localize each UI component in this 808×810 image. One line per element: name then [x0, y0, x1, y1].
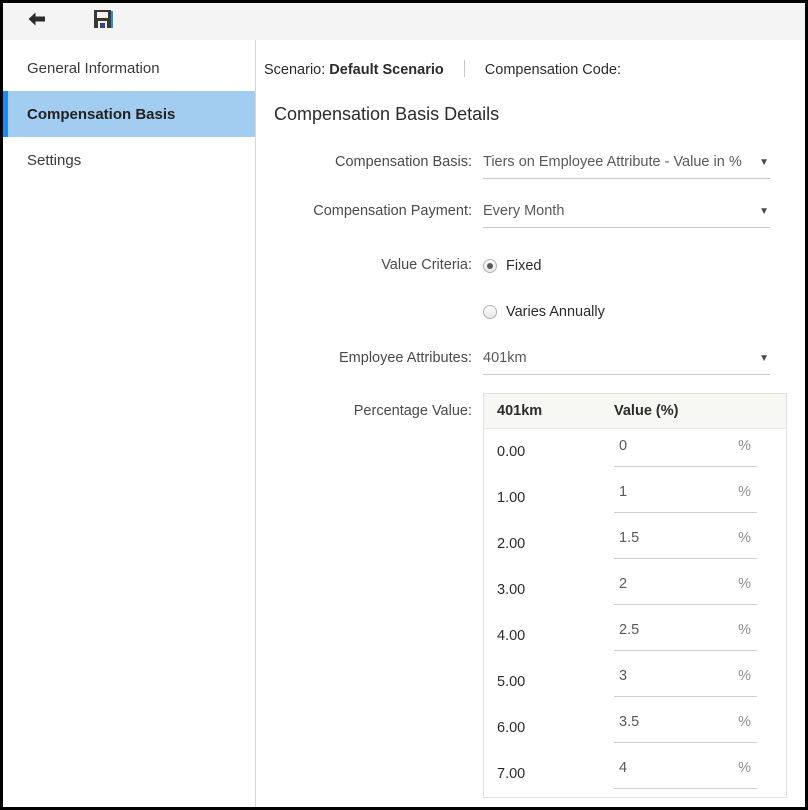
table-row: 0.00 0% — [484, 429, 786, 475]
percent-unit-label: % — [738, 576, 751, 592]
chevron-down-icon: ▼ — [759, 206, 769, 217]
percent-unit-label: % — [738, 484, 751, 500]
compensation-basis-field: Tiers on Employee Attribute - Value in %… — [483, 152, 770, 179]
field-row-compensation-payment: Compensation Payment: Every Month ▼ — [256, 201, 805, 228]
field-row-percentage-value: Percentage Value: 401km Value (%) 0.00 0%… — [256, 393, 805, 798]
table-row: 2.00 1.5% — [484, 521, 786, 567]
percentage-input-value: 0 — [619, 438, 628, 454]
application-window: General Information Compensation Basis S… — [0, 0, 808, 810]
field-row-employee-attributes: Employee Attributes: 401km ▼ — [256, 348, 805, 375]
value-criteria-field: Fixed Varies Annually — [483, 255, 770, 323]
compensation-payment-value: Every Month — [483, 203, 565, 219]
back-arrow-icon — [26, 10, 48, 33]
radio-fixed-label: Fixed — [506, 258, 542, 274]
percent-unit-label: % — [738, 622, 751, 638]
radio-fixed-indicator[interactable] — [483, 259, 497, 273]
save-button[interactable] — [81, 4, 125, 40]
cell-attribute-value: 3.00 — [497, 582, 526, 598]
radio-varies-annually-indicator[interactable] — [483, 305, 497, 319]
sidebar-item-label: Compensation Basis — [27, 105, 176, 123]
column-header-attribute: 401km — [497, 403, 543, 419]
table-row: 5.00 3% — [484, 659, 786, 705]
percentage-input[interactable]: 1.5% — [614, 529, 757, 559]
compensation-payment-select[interactable]: Every Month ▼ — [483, 201, 770, 228]
percentage-input[interactable]: 4% — [614, 759, 757, 789]
table-body: 0.00 0% 1.00 1% 2.00 1.5% 3.00 2% 4.00 2.5% 5.00 3%… — [484, 429, 786, 797]
compensation-payment-label: Compensation Payment: — [313, 203, 472, 219]
table-row: 1.00 1% — [484, 475, 786, 521]
radio-varies-annually-label: Varies Annually — [506, 304, 605, 320]
percentage-input[interactable]: 3.5% — [614, 713, 757, 743]
percentage-value-field: 401km Value (%) 0.00 0% 1.00 1% 2.00 1.5% 3.00… — [483, 393, 787, 798]
cell-attribute-value: 7.00 — [497, 766, 526, 782]
percentage-input-value: 1 — [619, 484, 628, 500]
percent-unit-label: % — [738, 438, 751, 454]
percent-unit-label: % — [738, 760, 751, 776]
percentage-input-value: 2 — [619, 576, 628, 592]
breadcrumb-scenario-label: Scenario: — [264, 62, 326, 78]
breadcrumb-separator — [463, 60, 465, 77]
sidebar-item-label: General Information — [27, 59, 160, 77]
table-row: 3.00 2% — [484, 567, 786, 613]
percentage-input-value: 1.5 — [619, 530, 640, 546]
percentage-input-value: 4 — [619, 760, 628, 776]
percentage-input-value: 3.5 — [619, 714, 640, 730]
percentage-value-table: 401km Value (%) 0.00 0% 1.00 1% 2.00 1.5% 3.00… — [483, 393, 787, 798]
table-row: 4.00 2.5% — [484, 613, 786, 659]
cell-attribute-value: 6.00 — [497, 720, 526, 736]
percentage-input[interactable]: 3% — [614, 667, 757, 697]
percent-unit-label: % — [738, 714, 751, 730]
percentage-input-value: 2.5 — [619, 622, 640, 638]
percentage-value-label: Percentage Value: — [353, 403, 472, 419]
back-button[interactable] — [15, 4, 59, 40]
breadcrumb-compensation-code-label: Compensation Code: — [484, 62, 622, 78]
floppy-disk-save-icon — [93, 9, 113, 34]
sidebar-item-label: Settings — [27, 151, 82, 169]
percent-unit-label: % — [738, 530, 751, 546]
compensation-basis-select[interactable]: Tiers on Employee Attribute - Value in %… — [483, 152, 770, 179]
sidebar-item-compensation-basis[interactable]: Compensation Basis — [3, 91, 255, 137]
table-header-row: 401km Value (%) — [484, 394, 786, 429]
compensation-payment-field: Every Month ▼ — [483, 201, 770, 228]
table-row: 6.00 3.5% — [484, 705, 786, 751]
percentage-input-value: 3 — [619, 668, 628, 684]
percentage-input[interactable]: 0% — [614, 437, 757, 467]
percentage-input[interactable]: 1% — [614, 483, 757, 513]
employee-attributes-label: Employee Attributes: — [339, 350, 472, 366]
percentage-input[interactable]: 2.5% — [614, 621, 757, 651]
chevron-down-icon: ▼ — [759, 353, 769, 364]
page-title: Compensation Basis Details — [274, 104, 500, 124]
employee-attributes-field: 401km ▼ — [483, 348, 770, 375]
breadcrumb-scenario-value: Default Scenario — [329, 62, 444, 78]
compensation-basis-value: Tiers on Employee Attribute - Value in % — [483, 154, 742, 170]
percent-unit-label: % — [738, 668, 751, 684]
radio-option-fixed[interactable]: Fixed — [483, 255, 770, 277]
cell-attribute-value: 0.00 — [497, 444, 526, 460]
cell-attribute-value: 2.00 — [497, 536, 526, 552]
navigation-sidebar: General Information Compensation Basis S… — [3, 40, 256, 807]
field-row-compensation-basis: Compensation Basis: Tiers on Employee At… — [256, 152, 805, 179]
column-header-value: Value (%) — [614, 403, 679, 419]
breadcrumb: Scenario: Default Scenario Compensation … — [264, 60, 621, 78]
percentage-input[interactable]: 2% — [614, 575, 757, 605]
employee-attributes-select[interactable]: 401km ▼ — [483, 348, 770, 375]
field-row-value-criteria: Value Criteria: Fixed Varies Annually — [256, 255, 805, 323]
chevron-down-icon: ▼ — [759, 157, 769, 168]
radio-option-varies-annually[interactable]: Varies Annually — [483, 301, 770, 323]
top-toolbar — [3, 3, 805, 41]
sidebar-item-settings[interactable]: Settings — [3, 137, 255, 183]
table-row: 7.00 4% — [484, 751, 786, 797]
value-criteria-label: Value Criteria: — [381, 257, 472, 273]
cell-attribute-value: 4.00 — [497, 628, 526, 644]
sidebar-item-general-information[interactable]: General Information — [3, 45, 255, 91]
compensation-basis-label: Compensation Basis: — [334, 154, 472, 170]
compensation-basis-form: Compensation Basis: Tiers on Employee At… — [256, 140, 805, 807]
main-content-panel: Scenario: Default Scenario Compensation … — [256, 40, 805, 807]
cell-attribute-value: 5.00 — [497, 674, 526, 690]
employee-attributes-value: 401km — [483, 350, 527, 366]
cell-attribute-value: 1.00 — [497, 490, 526, 506]
